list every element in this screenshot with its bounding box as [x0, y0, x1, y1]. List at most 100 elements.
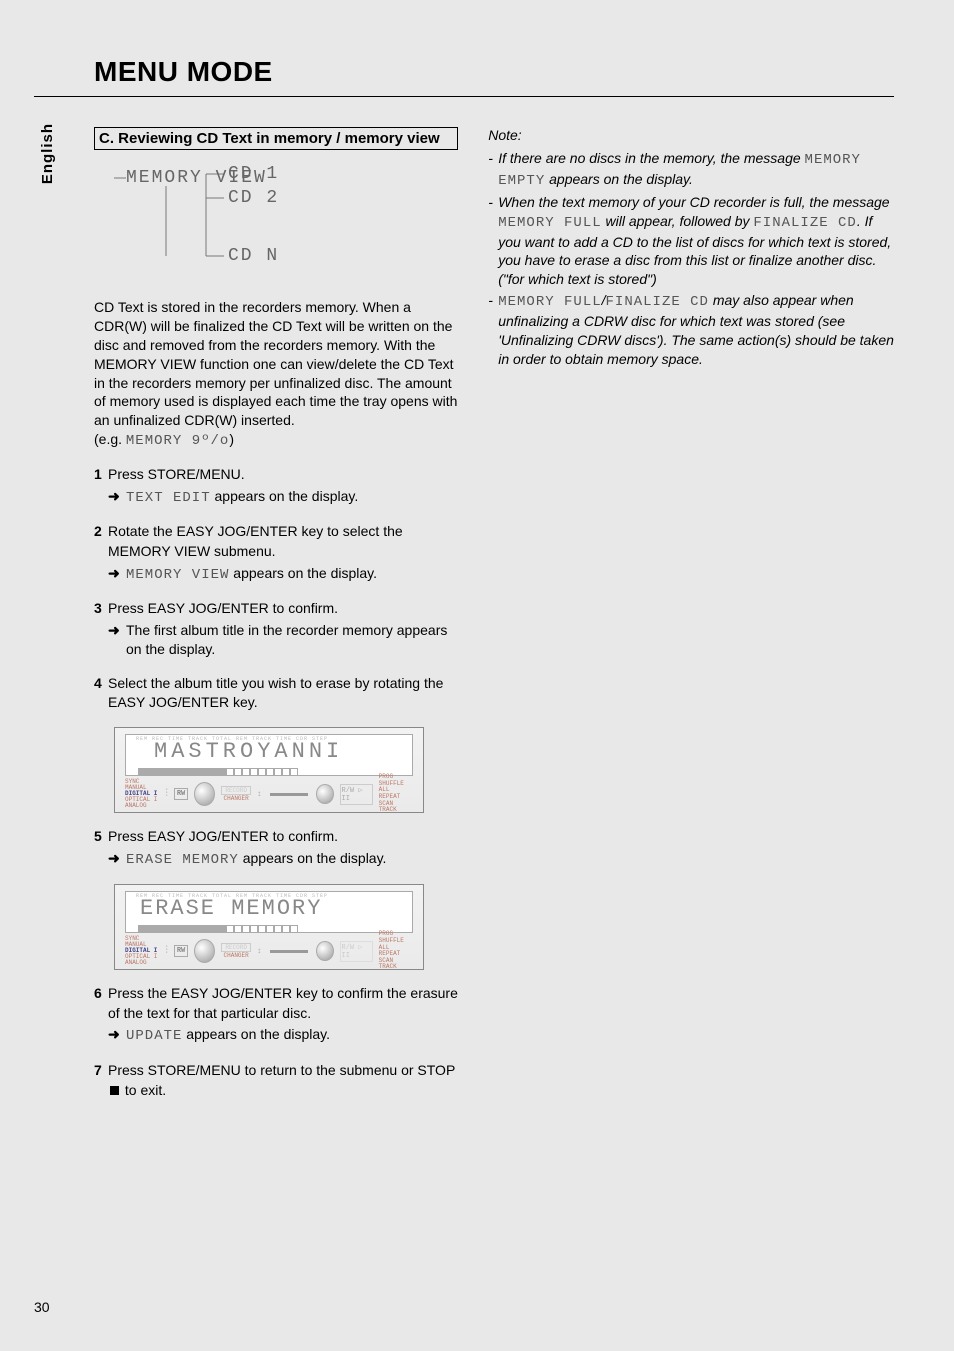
rw-badge-2: RW [174, 945, 188, 957]
step-7-text-b: to exit. [121, 1082, 166, 1098]
step-7-body: Press STORE/MENU to return to the submen… [108, 1061, 458, 1100]
intro-text: CD Text is stored in the recorders memor… [94, 299, 457, 428]
page-title: MENU MODE [94, 56, 894, 88]
d2-mid2: CHANGER [221, 952, 251, 959]
step-6-sub-body: UPDATE appears on the display. [126, 1025, 458, 1047]
right-column: Note: - If there are no discs in the mem… [488, 127, 894, 1114]
intro-paragraph: CD Text is stored in the recorders memor… [94, 298, 458, 451]
note-1: - If there are no discs in the memory, t… [488, 149, 894, 191]
eg-seg: MEMORY 9º/o [126, 433, 229, 449]
step-5-num: 5 [94, 827, 108, 870]
dash-icon: - [488, 149, 498, 191]
device-1-mid: RECORD CHANGER [221, 786, 251, 802]
step-2-tail: appears on the display. [229, 565, 377, 581]
step-5: 5 Press EASY JOG/ENTER to confirm. ➜ ERA… [94, 827, 458, 870]
step-6: 6 Press the EASY JOG/ENTER key to confir… [94, 984, 458, 1047]
device-1-left-labels: SYNC MANUAL DIGITAL I OPTICAL I ANALOG [125, 779, 159, 809]
step-1-body: Press STORE/MENU. ➜ TEXT EDIT appears on… [108, 465, 458, 508]
n2a: When the text memory of your CD recorder… [498, 194, 889, 210]
step-5-seg: ERASE MEMORY [126, 852, 239, 868]
step-2-sub: ➜ MEMORY VIEW appears on the display. [108, 564, 458, 586]
note-heading: Note: [488, 127, 894, 143]
device-2-controls: SYNC MANUAL DIGITAL I OPTICAL I ANALOG ⫶… [125, 937, 413, 965]
step-6-body: Press the EASY JOG/ENTER key to confirm … [108, 984, 458, 1047]
step-5-sub: ➜ ERASE MEMORY appears on the display. [108, 849, 458, 871]
step-3-text: Press EASY JOG/ENTER to confirm. [108, 600, 338, 616]
d1-l4: ANALOG [125, 803, 159, 809]
step-7-text-a: Press STORE/MENU to return to the submen… [108, 1062, 455, 1078]
d1-r4: SCAN TRACK [379, 801, 413, 814]
step-1-seg: TEXT EDIT [126, 490, 211, 506]
step-5-body: Press EASY JOG/ENTER to confirm. ➜ ERASE… [108, 827, 458, 870]
step-6-sub: ➜ UPDATE appears on the display. [108, 1025, 458, 1047]
step-2: 2 Rotate the EASY JOG/ENTER key to selec… [94, 522, 458, 585]
note-2: - When the text memory of your CD record… [488, 193, 894, 289]
tree-diagram: MEMORY VIEW CD 1 CD 2 CD N [100, 160, 458, 280]
step-5-sub-body: ERASE MEMORY appears on the display. [126, 849, 458, 871]
arrow-icon: ➜ [108, 1025, 126, 1047]
device-1-right-labels: PROG SHUFFLE ALL REPEAT SCAN TRACK [379, 774, 413, 814]
small-knob-icon [316, 784, 334, 804]
step-1: 1 Press STORE/MENU. ➜ TEXT EDIT appears … [94, 465, 458, 508]
step-3-body: Press EASY JOG/ENTER to confirm. ➜ The f… [108, 599, 458, 660]
device-display-1: REM REC TIME TRACK TOTAL REM TRACK TIME … [114, 727, 424, 813]
d2-r4: SCAN TRACK [379, 958, 413, 971]
d1-mid1: RECORD [221, 786, 251, 795]
d2-l4: ANALOG [125, 960, 159, 966]
eg-prefix: (e.g. [94, 431, 126, 447]
eg-suffix: ) [229, 431, 234, 447]
step-4: 4 Select the album title you wish to era… [94, 674, 458, 713]
device-1-controls: SYNC MANUAL DIGITAL I OPTICAL I ANALOG ⫶… [125, 780, 413, 808]
section-c-heading: C. Reviewing CD Text in memory / memory … [94, 127, 458, 150]
dash-icon: - [488, 291, 498, 369]
lcd-2-bar [138, 920, 400, 928]
step-4-text: Select the album title you wish to erase… [108, 675, 443, 711]
n3seg: MEMORY FULL [498, 294, 601, 310]
small-knob-icon [316, 941, 334, 961]
n1a: If there are no discs in the memory, the… [498, 150, 804, 166]
note-3: - MEMORY FULL/FINALIZE CD may also appea… [488, 291, 894, 369]
slot-icon [270, 950, 308, 953]
jog-knob-icon [194, 782, 215, 806]
device-2-mid: RECORD CHANGER [221, 943, 251, 959]
n3seg2: FINALIZE CD [606, 294, 709, 310]
page: MENU MODE English C. Reviewing CD Text i… [0, 0, 954, 1351]
arrow-icon: ➜ [108, 849, 126, 871]
tree-leaf-1: CD 1 [228, 164, 279, 184]
step-3-sub-body: The first album title in the recorder me… [126, 621, 458, 660]
tree-leaf-n: CD N [228, 246, 279, 266]
n2seg1: MEMORY FULL [498, 215, 601, 231]
step-3-num: 3 [94, 599, 108, 660]
step-1-sub-body: TEXT EDIT appears on the display. [126, 487, 458, 509]
step-5-text: Press EASY JOG/ENTER to confirm. [108, 828, 338, 844]
note-2-body: When the text memory of your CD recorder… [498, 193, 894, 289]
step-4-body: Select the album title you wish to erase… [108, 674, 458, 713]
step-2-seg: MEMORY VIEW [126, 567, 229, 583]
step-1-tail: appears on the display. [211, 488, 359, 504]
arrow-icon: ➜ [108, 487, 126, 509]
device-display-2: REM REC TIME TRACK TOTAL REM TRACK TIME … [114, 884, 424, 970]
lcd-2: REM REC TIME TRACK TOTAL REM TRACK TIME … [125, 891, 413, 933]
dash-icon: - [488, 193, 498, 289]
slot-icon [270, 793, 308, 796]
step-7: 7 Press STORE/MENU to return to the subm… [94, 1061, 458, 1100]
step-6-seg: UPDATE [126, 1028, 182, 1044]
d1-mid2: CHANGER [221, 795, 251, 802]
step-4-num: 4 [94, 674, 108, 713]
device-2-right-labels: PROG SHUFFLE ALL REPEAT SCAN TRACK [379, 931, 413, 971]
arrow-icon: ➜ [108, 564, 126, 586]
step-1-num: 1 [94, 465, 108, 508]
step-2-sub-body: MEMORY VIEW appears on the display. [126, 564, 458, 586]
jog-knob-icon [194, 939, 215, 963]
lcd-2-text: ERASE MEMORY [140, 896, 322, 921]
content-columns: C. Reviewing CD Text in memory / memory … [94, 127, 894, 1114]
step-3: 3 Press EASY JOG/ENTER to confirm. ➜ The… [94, 599, 458, 660]
n1b: appears on the display. [545, 171, 693, 187]
d2-mid1: RECORD [221, 943, 251, 952]
step-7-num: 7 [94, 1061, 108, 1100]
page-number: 30 [34, 1299, 50, 1315]
step-2-num: 2 [94, 522, 108, 585]
lcd-1-text: MASTROYANNI [154, 739, 343, 764]
title-rule [34, 96, 894, 97]
step-3-sub: ➜ The first album title in the recorder … [108, 621, 458, 660]
